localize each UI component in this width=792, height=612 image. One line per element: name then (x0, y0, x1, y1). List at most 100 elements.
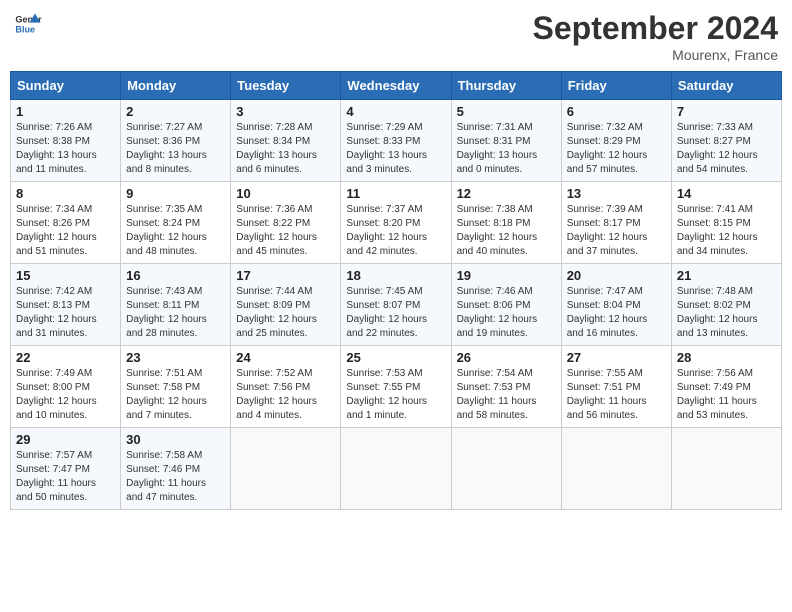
weekday-header: Tuesday (231, 72, 341, 100)
day-info: Sunrise: 7:42 AMSunset: 8:13 PMDaylight:… (16, 286, 97, 339)
calendar-day-cell (341, 428, 451, 510)
logo: General Blue (14, 10, 42, 38)
day-number: 25 (346, 350, 445, 365)
calendar-day-cell: 11 Sunrise: 7:37 AMSunset: 8:20 PMDaylig… (341, 182, 451, 264)
calendar-day-cell: 6 Sunrise: 7:32 AMSunset: 8:29 PMDayligh… (561, 100, 671, 182)
calendar-day-cell (671, 428, 781, 510)
day-number: 22 (16, 350, 115, 365)
calendar-day-cell: 18 Sunrise: 7:45 AMSunset: 8:07 PMDaylig… (341, 264, 451, 346)
day-info: Sunrise: 7:53 AMSunset: 7:55 PMDaylight:… (346, 368, 427, 421)
calendar-day-cell: 24 Sunrise: 7:52 AMSunset: 7:56 PMDaylig… (231, 346, 341, 428)
day-info: Sunrise: 7:33 AMSunset: 8:27 PMDaylight:… (677, 122, 758, 175)
calendar-day-cell: 28 Sunrise: 7:56 AMSunset: 7:49 PMDaylig… (671, 346, 781, 428)
calendar-day-cell: 10 Sunrise: 7:36 AMSunset: 8:22 PMDaylig… (231, 182, 341, 264)
day-number: 14 (677, 186, 776, 201)
day-info: Sunrise: 7:56 AMSunset: 7:49 PMDaylight:… (677, 368, 757, 421)
day-number: 21 (677, 268, 776, 283)
day-info: Sunrise: 7:57 AMSunset: 7:47 PMDaylight:… (16, 450, 96, 503)
calendar-day-cell: 22 Sunrise: 7:49 AMSunset: 8:00 PMDaylig… (11, 346, 121, 428)
calendar-day-cell: 30 Sunrise: 7:58 AMSunset: 7:46 PMDaylig… (121, 428, 231, 510)
day-number: 13 (567, 186, 666, 201)
day-number: 6 (567, 104, 666, 119)
calendar-day-cell: 13 Sunrise: 7:39 AMSunset: 8:17 PMDaylig… (561, 182, 671, 264)
day-number: 5 (457, 104, 556, 119)
calendar-body: 1 Sunrise: 7:26 AMSunset: 8:38 PMDayligh… (11, 100, 782, 510)
day-info: Sunrise: 7:28 AMSunset: 8:34 PMDaylight:… (236, 122, 317, 175)
day-info: Sunrise: 7:55 AMSunset: 7:51 PMDaylight:… (567, 368, 647, 421)
calendar-day-cell: 21 Sunrise: 7:48 AMSunset: 8:02 PMDaylig… (671, 264, 781, 346)
calendar-day-cell: 12 Sunrise: 7:38 AMSunset: 8:18 PMDaylig… (451, 182, 561, 264)
calendar-table: SundayMondayTuesdayWednesdayThursdayFrid… (10, 71, 782, 510)
calendar-day-cell: 2 Sunrise: 7:27 AMSunset: 8:36 PMDayligh… (121, 100, 231, 182)
calendar-day-cell: 25 Sunrise: 7:53 AMSunset: 7:55 PMDaylig… (341, 346, 451, 428)
calendar-week-row: 8 Sunrise: 7:34 AMSunset: 8:26 PMDayligh… (11, 182, 782, 264)
calendar-day-cell: 27 Sunrise: 7:55 AMSunset: 7:51 PMDaylig… (561, 346, 671, 428)
weekday-header: Wednesday (341, 72, 451, 100)
calendar-week-row: 29 Sunrise: 7:57 AMSunset: 7:47 PMDaylig… (11, 428, 782, 510)
calendar-day-cell: 9 Sunrise: 7:35 AMSunset: 8:24 PMDayligh… (121, 182, 231, 264)
month-title: September 2024 (533, 10, 778, 47)
day-info: Sunrise: 7:37 AMSunset: 8:20 PMDaylight:… (346, 204, 427, 257)
calendar-week-row: 22 Sunrise: 7:49 AMSunset: 8:00 PMDaylig… (11, 346, 782, 428)
calendar-day-cell: 1 Sunrise: 7:26 AMSunset: 8:38 PMDayligh… (11, 100, 121, 182)
day-number: 9 (126, 186, 225, 201)
day-info: Sunrise: 7:31 AMSunset: 8:31 PMDaylight:… (457, 122, 538, 175)
calendar-day-cell (561, 428, 671, 510)
location: Mourenx, France (533, 47, 778, 63)
day-number: 26 (457, 350, 556, 365)
calendar-day-cell (451, 428, 561, 510)
day-info: Sunrise: 7:45 AMSunset: 8:07 PMDaylight:… (346, 286, 427, 339)
day-info: Sunrise: 7:32 AMSunset: 8:29 PMDaylight:… (567, 122, 648, 175)
calendar-day-cell: 19 Sunrise: 7:46 AMSunset: 8:06 PMDaylig… (451, 264, 561, 346)
calendar-day-cell: 8 Sunrise: 7:34 AMSunset: 8:26 PMDayligh… (11, 182, 121, 264)
day-number: 24 (236, 350, 335, 365)
calendar-day-cell: 23 Sunrise: 7:51 AMSunset: 7:58 PMDaylig… (121, 346, 231, 428)
calendar-day-cell: 15 Sunrise: 7:42 AMSunset: 8:13 PMDaylig… (11, 264, 121, 346)
day-number: 12 (457, 186, 556, 201)
title-block: September 2024 Mourenx, France (533, 10, 778, 63)
weekday-header: Saturday (671, 72, 781, 100)
day-info: Sunrise: 7:29 AMSunset: 8:33 PMDaylight:… (346, 122, 427, 175)
day-number: 28 (677, 350, 776, 365)
day-info: Sunrise: 7:47 AMSunset: 8:04 PMDaylight:… (567, 286, 648, 339)
day-info: Sunrise: 7:46 AMSunset: 8:06 PMDaylight:… (457, 286, 538, 339)
day-number: 8 (16, 186, 115, 201)
day-number: 20 (567, 268, 666, 283)
day-number: 11 (346, 186, 445, 201)
day-info: Sunrise: 7:51 AMSunset: 7:58 PMDaylight:… (126, 368, 207, 421)
calendar-week-row: 15 Sunrise: 7:42 AMSunset: 8:13 PMDaylig… (11, 264, 782, 346)
day-info: Sunrise: 7:26 AMSunset: 8:38 PMDaylight:… (16, 122, 97, 175)
calendar-day-cell: 3 Sunrise: 7:28 AMSunset: 8:34 PMDayligh… (231, 100, 341, 182)
day-info: Sunrise: 7:44 AMSunset: 8:09 PMDaylight:… (236, 286, 317, 339)
day-info: Sunrise: 7:41 AMSunset: 8:15 PMDaylight:… (677, 204, 758, 257)
day-number: 30 (126, 432, 225, 447)
day-info: Sunrise: 7:54 AMSunset: 7:53 PMDaylight:… (457, 368, 537, 421)
day-number: 7 (677, 104, 776, 119)
day-info: Sunrise: 7:35 AMSunset: 8:24 PMDaylight:… (126, 204, 207, 257)
day-info: Sunrise: 7:48 AMSunset: 8:02 PMDaylight:… (677, 286, 758, 339)
day-number: 17 (236, 268, 335, 283)
day-info: Sunrise: 7:27 AMSunset: 8:36 PMDaylight:… (126, 122, 207, 175)
day-info: Sunrise: 7:38 AMSunset: 8:18 PMDaylight:… (457, 204, 538, 257)
day-info: Sunrise: 7:58 AMSunset: 7:46 PMDaylight:… (126, 450, 206, 503)
calendar-week-row: 1 Sunrise: 7:26 AMSunset: 8:38 PMDayligh… (11, 100, 782, 182)
weekday-header: Thursday (451, 72, 561, 100)
weekday-header: Sunday (11, 72, 121, 100)
day-number: 27 (567, 350, 666, 365)
svg-text:Blue: Blue (15, 24, 35, 34)
day-number: 1 (16, 104, 115, 119)
day-number: 29 (16, 432, 115, 447)
calendar-day-cell: 7 Sunrise: 7:33 AMSunset: 8:27 PMDayligh… (671, 100, 781, 182)
calendar-day-cell: 29 Sunrise: 7:57 AMSunset: 7:47 PMDaylig… (11, 428, 121, 510)
day-info: Sunrise: 7:52 AMSunset: 7:56 PMDaylight:… (236, 368, 317, 421)
day-info: Sunrise: 7:36 AMSunset: 8:22 PMDaylight:… (236, 204, 317, 257)
day-info: Sunrise: 7:43 AMSunset: 8:11 PMDaylight:… (126, 286, 207, 339)
day-number: 15 (16, 268, 115, 283)
weekday-header: Monday (121, 72, 231, 100)
calendar-day-cell: 26 Sunrise: 7:54 AMSunset: 7:53 PMDaylig… (451, 346, 561, 428)
calendar-day-cell (231, 428, 341, 510)
calendar-day-cell: 14 Sunrise: 7:41 AMSunset: 8:15 PMDaylig… (671, 182, 781, 264)
day-number: 10 (236, 186, 335, 201)
calendar-header-row: SundayMondayTuesdayWednesdayThursdayFrid… (11, 72, 782, 100)
day-number: 23 (126, 350, 225, 365)
